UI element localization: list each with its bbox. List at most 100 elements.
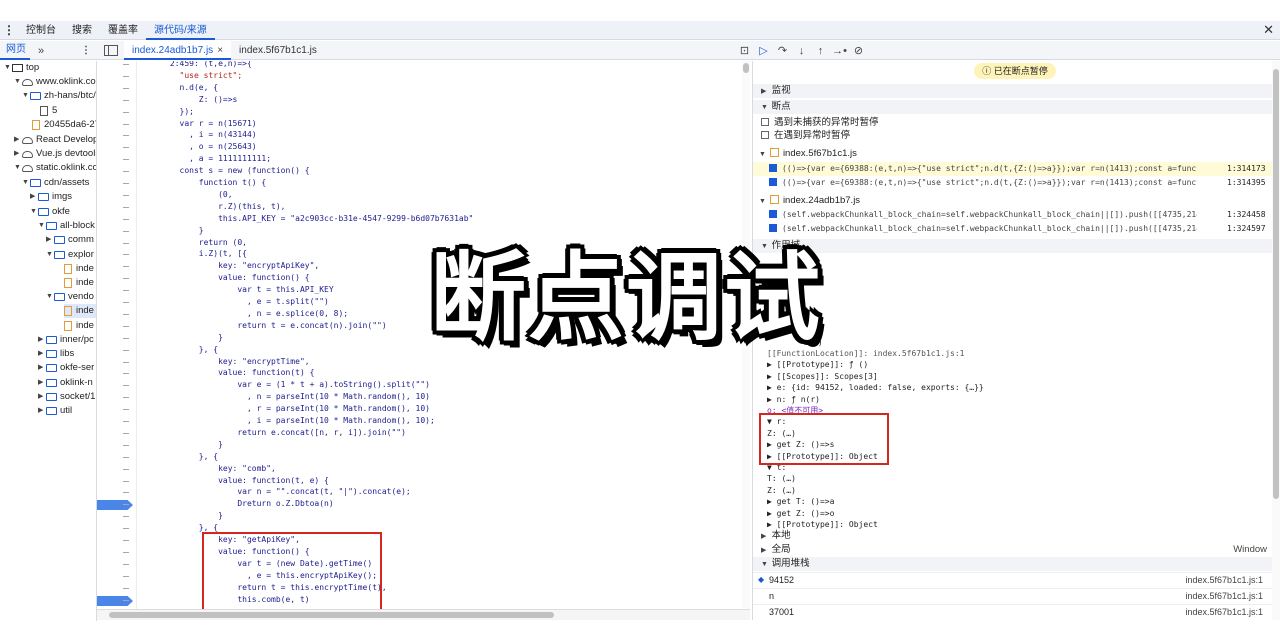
step-over-icon[interactable]: ↷ bbox=[773, 44, 792, 57]
toggle-navigator-icon[interactable] bbox=[104, 45, 118, 56]
checkbox[interactable] bbox=[761, 131, 769, 139]
frame-location[interactable]: index.5f67b1c1.js:1 bbox=[1185, 589, 1263, 603]
checkbox[interactable] bbox=[769, 178, 777, 186]
step-out-icon[interactable]: ↑ bbox=[811, 45, 830, 57]
breakpoint-row[interactable]: (()=>{var e={69388:(e,t,n)=>{"use strict… bbox=[753, 176, 1273, 190]
tab-search[interactable]: 搜索 bbox=[64, 21, 100, 40]
line-number-marker[interactable] bbox=[123, 87, 129, 89]
line-number-marker[interactable] bbox=[123, 242, 129, 244]
tree-item[interactable]: 20455da6-27 bbox=[32, 118, 96, 132]
scope-line[interactable]: T: (…) bbox=[767, 473, 796, 485]
line-number-marker[interactable] bbox=[123, 385, 129, 387]
checkbox[interactable] bbox=[769, 164, 777, 172]
line-number-marker[interactable] bbox=[123, 171, 129, 173]
tree-item[interactable]: ▶ okfe-ser bbox=[38, 361, 94, 375]
line-number-marker[interactable] bbox=[123, 266, 129, 268]
scroll-thumb[interactable] bbox=[743, 63, 749, 73]
section-breakpoints[interactable]: ▼ 断点 bbox=[753, 100, 1273, 114]
line-number-marker[interactable] bbox=[123, 563, 129, 565]
deactivate-breakpoints-icon[interactable]: ⊘ bbox=[849, 44, 868, 57]
toggle-debugger-icon[interactable]: ⊡ bbox=[735, 44, 754, 57]
scope-line[interactable]: ▶ e: {id: 94152, loaded: false, exports:… bbox=[767, 382, 984, 394]
tree-item[interactable]: ▶ oklink-n bbox=[38, 376, 93, 390]
scope-line[interactable]: ▶ get Z: ()=>o bbox=[767, 508, 834, 520]
tree-item[interactable]: inde bbox=[64, 262, 94, 276]
section-watch[interactable]: ▶ 监视 bbox=[753, 84, 1273, 98]
line-number-marker[interactable] bbox=[123, 599, 129, 601]
scope-line[interactable]: Z: (…) bbox=[767, 485, 796, 497]
line-number-marker[interactable] bbox=[123, 551, 129, 553]
checkbox[interactable] bbox=[769, 224, 777, 232]
line-number-marker[interactable] bbox=[123, 111, 129, 113]
checkbox[interactable] bbox=[769, 210, 777, 218]
tree-item[interactable]: ▼ static.oklink.com bbox=[14, 161, 96, 175]
line-number-marker[interactable] bbox=[123, 516, 129, 518]
callstack-frame-current[interactable]: ◆ 94152 index.5f67b1c1.js:1 bbox=[753, 572, 1273, 586]
line-number-marker[interactable] bbox=[123, 135, 129, 137]
line-number-marker[interactable] bbox=[123, 325, 129, 327]
close-drawer-icon[interactable]: ✕ bbox=[1263, 22, 1274, 38]
line-number-marker[interactable] bbox=[123, 313, 129, 315]
line-number-marker[interactable] bbox=[123, 147, 129, 149]
frame-location[interactable]: index.5f67b1c1.js:1 bbox=[1185, 573, 1263, 587]
pause-caught-option[interactable]: 在遇到异常时暂停 bbox=[753, 129, 1273, 143]
tree-item[interactable]: ▶ util bbox=[38, 404, 72, 418]
code-horizontal-scrollbar[interactable] bbox=[97, 609, 750, 620]
breakpoint-row[interactable]: (self.webpackChunkall_block_chain=self.w… bbox=[753, 222, 1273, 236]
file-tab-active[interactable]: index.24adb1b7.js × bbox=[124, 41, 232, 60]
close-tab-icon[interactable]: × bbox=[217, 45, 223, 56]
tree-item[interactable]: ▶ socket/1 bbox=[38, 390, 95, 404]
debugger-scrollbar[interactable] bbox=[1272, 61, 1280, 620]
line-gutter[interactable] bbox=[97, 61, 137, 609]
navigator-menu-icon[interactable]: ⋮ bbox=[81, 45, 91, 56]
step-into-icon[interactable]: ↓ bbox=[792, 45, 811, 57]
breakpoint-row[interactable]: (()=>{var e={69388:(e,t,n)=>{"use strict… bbox=[753, 162, 1273, 176]
resume-icon[interactable]: ▷ bbox=[754, 44, 773, 57]
breakpoint-row[interactable]: (self.webpackChunkall_block_chain=self.w… bbox=[753, 208, 1273, 222]
scope-line[interactable]: ▶ get T: ()=>a bbox=[767, 496, 834, 508]
scroll-thumb[interactable] bbox=[1273, 69, 1279, 499]
line-number-marker[interactable] bbox=[123, 444, 129, 446]
tree-item[interactable]: ▶ inner/pc bbox=[38, 333, 94, 347]
callstack-frame[interactable]: 37001 index.5f67b1c1.js:1 bbox=[753, 604, 1273, 618]
line-number-marker[interactable] bbox=[123, 540, 129, 541]
line-number-marker[interactable] bbox=[123, 302, 129, 303]
scope-line[interactable]: ▶ n: ƒ n(r) bbox=[767, 394, 820, 406]
line-number-marker[interactable] bbox=[123, 480, 129, 482]
section-global[interactable]: ▶ 全局 Window bbox=[753, 543, 1273, 557]
checkbox[interactable] bbox=[761, 118, 769, 126]
section-callstack[interactable]: ▼ 调用堆栈 bbox=[753, 557, 1273, 571]
line-number-marker[interactable] bbox=[123, 218, 129, 220]
tree-item[interactable]: ▼ all-block bbox=[38, 219, 95, 233]
scroll-thumb[interactable] bbox=[109, 612, 554, 618]
line-number-marker[interactable] bbox=[123, 575, 129, 577]
line-number-marker[interactable] bbox=[123, 409, 129, 411]
line-number-marker[interactable] bbox=[123, 64, 129, 65]
step-icon[interactable]: →• bbox=[830, 45, 849, 57]
line-number-marker[interactable] bbox=[123, 456, 129, 458]
line-number-marker[interactable] bbox=[123, 587, 129, 589]
tree-item[interactable]: ▶ libs bbox=[38, 347, 74, 361]
tree-item[interactable]: ▼ okfe bbox=[30, 205, 70, 219]
tree-item[interactable]: ▶ React Developer bbox=[14, 133, 96, 147]
line-number-marker[interactable] bbox=[123, 468, 129, 470]
tree-item[interactable]: 5 bbox=[40, 104, 57, 118]
breakpoint-marker[interactable] bbox=[97, 596, 133, 606]
tree-item[interactable]: ▼ zh-hans/btc/ bbox=[22, 89, 96, 103]
line-number-marker[interactable] bbox=[123, 397, 129, 399]
tree-item[interactable]: ▼ vendo bbox=[46, 290, 94, 304]
line-number-marker[interactable] bbox=[123, 432, 129, 434]
tree-item[interactable]: inde bbox=[64, 319, 94, 333]
more-tabs-icon[interactable]: » bbox=[30, 45, 44, 57]
line-number-marker[interactable] bbox=[123, 492, 129, 494]
tree-item[interactable]: ▼ explor bbox=[46, 248, 94, 262]
line-number-marker[interactable] bbox=[123, 194, 129, 196]
tab-sources[interactable]: 源代码/来源 bbox=[146, 21, 215, 40]
tab-page[interactable]: 网页 bbox=[0, 41, 30, 60]
line-number-marker[interactable] bbox=[123, 528, 129, 530]
line-number-marker[interactable] bbox=[123, 290, 129, 292]
line-number-marker[interactable] bbox=[123, 254, 129, 256]
line-number-marker[interactable] bbox=[123, 361, 129, 363]
section-local[interactable]: ▶ 本地 bbox=[753, 529, 1273, 543]
tree-item[interactable]: ▼ top bbox=[4, 61, 39, 75]
